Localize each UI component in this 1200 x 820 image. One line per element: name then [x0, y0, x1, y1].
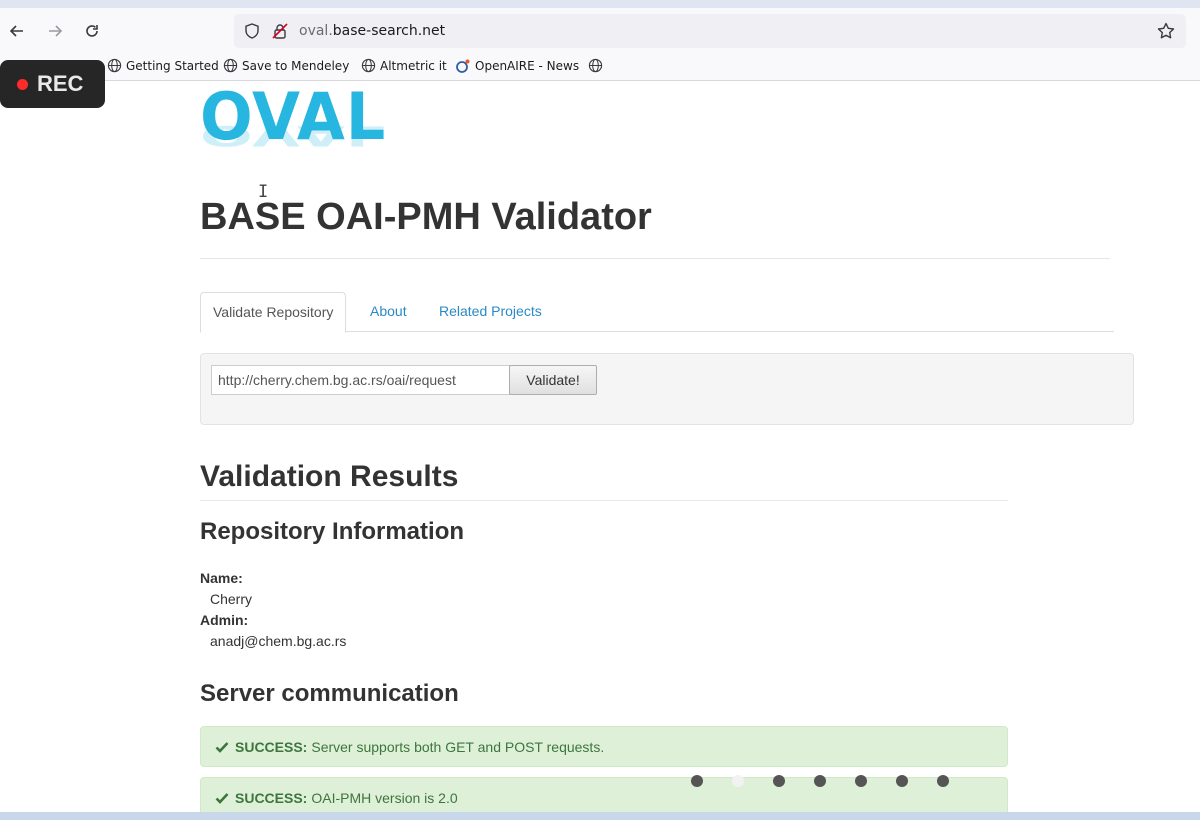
repository-information-heading: Repository Information	[200, 518, 465, 545]
carousel-dot[interactable]	[896, 775, 908, 787]
window-top-strip	[0, 0, 1200, 8]
alert-message: Server supports both GET and POST reques…	[311, 738, 605, 755]
oval-logo: OVAL OVAL	[200, 80, 387, 178]
recording-label: REC	[37, 71, 84, 96]
tab-label: About	[370, 303, 407, 319]
record-dot-icon	[17, 78, 28, 90]
globe-icon	[588, 58, 603, 73]
server-communication-heading: Server communication	[200, 680, 459, 707]
tab-bar: Validate Repository About Related Projec…	[200, 292, 1114, 333]
tab-validate-repository[interactable]: Validate Repository	[200, 292, 347, 333]
globe-icon	[107, 58, 122, 73]
openaire-logo-icon	[456, 59, 470, 73]
bookmark-label: OpenAIRE - News	[475, 59, 580, 73]
carousel-dot[interactable]	[691, 775, 703, 787]
tab-related-projects[interactable]: Related Projects	[427, 292, 554, 332]
bookmark-label: Save to Mendeley	[242, 58, 350, 73]
checkmark-icon	[215, 792, 229, 804]
name-value: Cherry	[210, 591, 253, 607]
bookmark-openaire-news[interactable]: OpenAIRE - News	[455, 58, 579, 74]
globe-icon	[223, 58, 238, 73]
back-button[interactable]	[4, 18, 30, 44]
reload-button[interactable]	[79, 18, 105, 44]
bookmark-altmetric-it[interactable]: Altmetric it	[361, 58, 447, 73]
carousel-dot[interactable]	[855, 775, 867, 787]
shield-icon[interactable]	[243, 22, 261, 40]
tab-label: Validate Repository	[213, 304, 334, 320]
success-alert: SUCCESS: Server supports both GET and PO…	[200, 726, 1008, 767]
validate-form: Validate!	[200, 353, 1134, 425]
carousel-dot[interactable]	[773, 775, 785, 787]
alert-message: OAI-PMH version is 2.0	[311, 789, 458, 806]
carousel-dot[interactable]	[937, 775, 949, 787]
insecure-lock-icon[interactable]	[271, 22, 289, 40]
validate-button[interactable]: Validate!	[509, 365, 597, 395]
bookmark-save-to-mendeley[interactable]: Save to Mendeley	[223, 58, 349, 73]
bookmark-label: Getting Started	[126, 58, 219, 73]
bookmark-getting-started[interactable]: Getting Started	[107, 58, 219, 73]
arrow-left-icon	[9, 25, 23, 37]
repository-url-input[interactable]	[211, 365, 510, 395]
browser-toolbar: oval.base-search.net	[0, 8, 1200, 54]
carousel-dot[interactable]	[814, 775, 826, 787]
admin-label: Admin:	[200, 612, 249, 628]
tab-about[interactable]: About	[358, 292, 419, 332]
bookmark-untitled[interactable]	[588, 58, 607, 73]
results-divider	[200, 500, 1008, 501]
carousel-dot[interactable]	[732, 775, 744, 787]
admin-value: anadj@chem.bg.ac.rs	[210, 633, 347, 649]
logo-reflection: OVAL	[200, 119, 387, 153]
reload-icon	[86, 25, 98, 37]
window-bottom-strip	[0, 812, 1200, 820]
recording-indicator[interactable]: REC	[0, 60, 105, 108]
url-host-prefix: oval.	[299, 23, 333, 39]
url-host-main: base-search.net	[332, 23, 446, 39]
star-bookmark-icon[interactable]	[1156, 21, 1176, 41]
page-title: BASE OAI-PMH Validator	[200, 196, 652, 238]
alert-status: SUCCESS:	[235, 789, 308, 806]
forward-button[interactable]	[42, 18, 68, 44]
bookmarks-bar: Getting Started Save to Mendeley Altmetr…	[0, 54, 1200, 81]
checkmark-icon	[215, 741, 229, 753]
tab-label: Related Projects	[439, 303, 542, 319]
globe-icon	[361, 58, 376, 73]
address-bar[interactable]: oval.base-search.net	[234, 14, 1186, 48]
url-text[interactable]: oval.base-search.net	[299, 23, 445, 39]
bookmark-label: Altmetric it	[380, 58, 447, 73]
validation-results-heading: Validation Results	[200, 460, 459, 493]
title-divider	[200, 258, 1110, 259]
alert-status: SUCCESS:	[235, 738, 308, 755]
arrow-right-icon	[49, 25, 63, 37]
name-label: Name:	[200, 570, 243, 586]
